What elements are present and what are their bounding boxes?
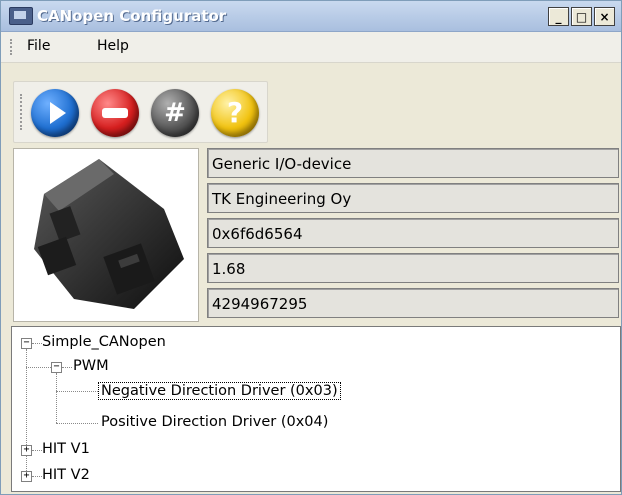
collapse-icon[interactable]: − bbox=[21, 338, 32, 349]
product-code-field[interactable]: 0x6f6d6564 bbox=[207, 218, 619, 248]
tree-line bbox=[26, 367, 51, 368]
app-icon bbox=[9, 7, 33, 25]
menu-file[interactable]: File bbox=[27, 38, 50, 54]
tree-line bbox=[32, 450, 42, 451]
tree-node-root[interactable]: Simple_CANopen bbox=[42, 334, 166, 350]
help-button[interactable]: ? bbox=[211, 89, 259, 137]
title-bar[interactable]: CANopen Configurator _ □ × bbox=[1, 1, 621, 32]
window-controls: _ □ × bbox=[548, 7, 615, 26]
maximize-button[interactable]: □ bbox=[571, 7, 592, 26]
tree-node-hit-v1[interactable]: HIT V1 bbox=[42, 441, 90, 457]
toolbar-grip[interactable] bbox=[20, 94, 24, 130]
window-title: CANopen Configurator bbox=[37, 7, 227, 25]
hash-icon: # bbox=[164, 98, 186, 128]
hash-button[interactable]: # bbox=[151, 89, 199, 137]
stop-button[interactable] bbox=[91, 89, 139, 137]
tree-line bbox=[56, 373, 57, 423]
vendor-field[interactable]: TK Engineering Oy bbox=[207, 183, 619, 213]
tree-node-negative-driver[interactable]: Negative Direction Driver (0x03) bbox=[98, 382, 341, 400]
tree-line bbox=[56, 423, 98, 424]
serial-field[interactable]: 4294967295 bbox=[207, 288, 619, 318]
expand-icon[interactable]: + bbox=[21, 471, 32, 482]
tree-line bbox=[56, 391, 98, 392]
object-tree[interactable]: − Simple_CANopen − PWM Negative Directio… bbox=[11, 326, 621, 492]
expand-icon[interactable]: + bbox=[21, 445, 32, 456]
toolbar: # ? bbox=[13, 81, 268, 143]
tree-node-pwm[interactable]: PWM bbox=[73, 358, 109, 374]
connector-icon bbox=[34, 159, 184, 309]
menu-grip[interactable] bbox=[10, 39, 14, 55]
collapse-icon[interactable]: − bbox=[51, 362, 62, 373]
menu-bar: File Help bbox=[1, 32, 621, 63]
tree-node-hit-v2[interactable]: HIT V2 bbox=[42, 467, 90, 483]
main-window: CANopen Configurator _ □ × File Help # ? bbox=[0, 0, 622, 495]
tree-line bbox=[62, 367, 72, 368]
play-icon bbox=[50, 102, 66, 124]
play-button[interactable] bbox=[31, 89, 79, 137]
minimize-button[interactable]: _ bbox=[548, 7, 569, 26]
revision-field[interactable]: 1.68 bbox=[207, 253, 619, 283]
stop-icon bbox=[102, 108, 128, 118]
menu-help[interactable]: Help bbox=[97, 38, 129, 54]
close-button[interactable]: × bbox=[594, 7, 615, 26]
device-name-field[interactable]: Generic I/O-device bbox=[207, 148, 619, 178]
tree-line bbox=[32, 343, 42, 344]
device-image bbox=[13, 148, 199, 322]
help-icon: ? bbox=[226, 96, 244, 129]
tree-line bbox=[32, 476, 42, 477]
tree-node-positive-driver[interactable]: Positive Direction Driver (0x04) bbox=[101, 414, 328, 430]
